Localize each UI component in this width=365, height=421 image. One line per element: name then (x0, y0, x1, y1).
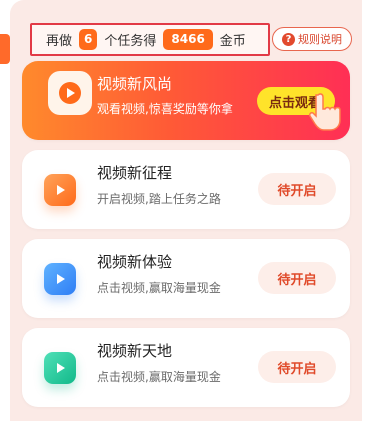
featured-task-title: 视频新风尚 (97, 75, 173, 93)
coin-amount-badge: 8466 (163, 29, 213, 50)
task-progress-banner: 再做 6 个任务得 8466 金币 (30, 23, 270, 56)
progress-prefix: 再做 (46, 34, 73, 49)
pending-start-label: 待开启 (277, 272, 317, 288)
pending-start-button[interactable]: 待开启 (258, 262, 336, 294)
task-subtitle: 开启视频,踏上任务之路 (97, 192, 221, 206)
featured-task-subtitle: 观看视频,惊喜奖励等你拿 (97, 102, 233, 116)
pointing-hand-icon (309, 93, 341, 131)
question-icon: ? (282, 32, 295, 46)
featured-task-icon-box (48, 71, 92, 115)
play-icon (44, 352, 76, 384)
play-icon (59, 82, 81, 104)
task-title: 视频新天地 (97, 342, 173, 360)
pending-start-button[interactable]: 待开启 (258, 351, 336, 383)
play-icon (44, 174, 76, 206)
progress-middle: 个任务得 (104, 34, 157, 49)
remaining-tasks-badge: 6 (79, 29, 98, 50)
task-icon-box (44, 352, 76, 384)
pending-start-label: 待开启 (277, 183, 317, 199)
task-subtitle: 点击视频,赢取海量现金 (97, 281, 221, 295)
pending-start-button[interactable]: 待开启 (258, 173, 336, 205)
task-card[interactable]: 视频新征程 开启视频,踏上任务之路 待开启 (22, 150, 350, 229)
rules-button[interactable]: ? 规则说明 (272, 27, 352, 51)
progress-suffix: 金币 (219, 34, 246, 49)
task-title: 视频新征程 (97, 164, 173, 182)
task-title: 视频新体验 (97, 253, 173, 271)
task-icon-box (44, 174, 76, 206)
featured-task-card[interactable]: 视频新风尚 观看视频,惊喜奖励等你拿 点击观看 (22, 61, 350, 140)
rules-label: 规则说明 (298, 33, 342, 46)
pending-start-label: 待开启 (277, 361, 317, 377)
task-card[interactable]: 视频新天地 点击视频,赢取海量现金 待开启 (22, 328, 350, 407)
play-icon (44, 263, 76, 295)
side-tab[interactable] (0, 34, 10, 64)
task-subtitle: 点击视频,赢取海量现金 (97, 370, 221, 384)
task-icon-box (44, 263, 76, 295)
task-card[interactable]: 视频新体验 点击视频,赢取海量现金 待开启 (22, 239, 350, 318)
